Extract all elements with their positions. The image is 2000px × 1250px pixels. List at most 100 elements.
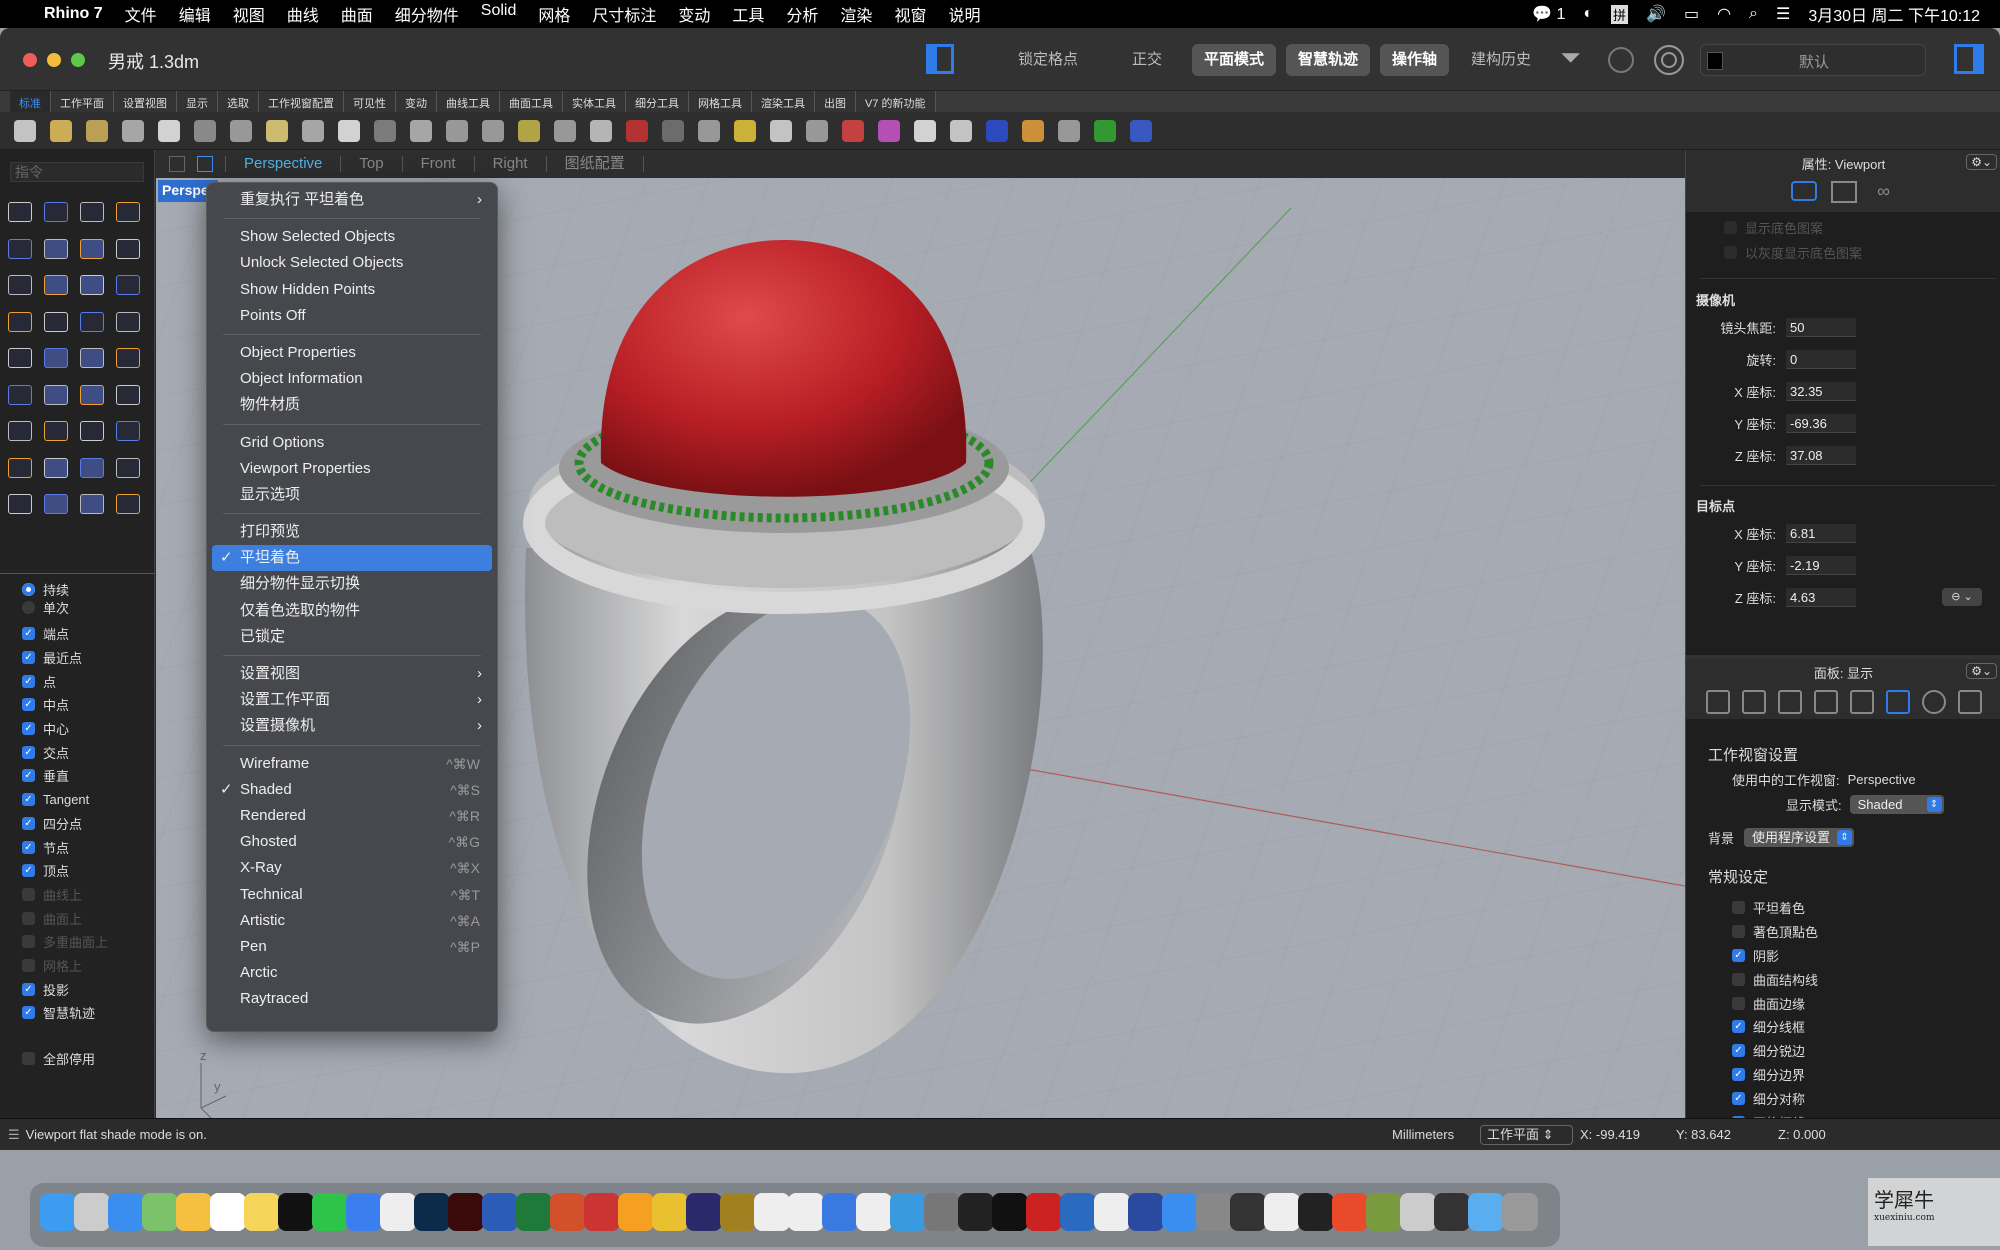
modeling-tool-icon[interactable] [44, 457, 68, 478]
globe-icon[interactable] [1094, 120, 1116, 142]
menu-item[interactable]: 说明 [937, 2, 991, 26]
checkbox[interactable]: ✓ [22, 698, 35, 712]
dock-maps-icon[interactable] [142, 1193, 178, 1231]
gumball-point-icon[interactable] [1608, 47, 1634, 73]
minimize-button[interactable] [47, 53, 61, 67]
wire-sphere-icon[interactable] [950, 120, 972, 142]
modeling-tool-icon[interactable] [116, 494, 140, 514]
numeric-input[interactable]: 50 [1786, 318, 1856, 337]
faded-checkbox[interactable]: 以灰度显示底色图案 [1724, 243, 1862, 262]
spotlight-icon[interactable]: ⌕ [1749, 5, 1758, 23]
modeling-tool-icon[interactable] [44, 494, 68, 514]
dock-word-icon[interactable] [482, 1193, 518, 1231]
modeling-tool-icon[interactable] [80, 457, 104, 478]
osnap-checkbox[interactable]: ✓ 中点 [22, 693, 108, 717]
single-view-icon[interactable] [197, 156, 213, 172]
viewport-tab[interactable]: 图纸配置 [547, 156, 644, 172]
toggle-button[interactable]: 操作轴 [1380, 44, 1450, 76]
osnap-checkbox[interactable]: ✓ 中心 [22, 717, 108, 741]
context-menu-item[interactable]: Pen ^⌘P [212, 934, 492, 960]
menu-item[interactable]: 视窗 [883, 2, 937, 26]
modeling-tool-icon[interactable] [8, 275, 32, 295]
disable-all-checkbox[interactable]: 全部停用 [22, 1047, 108, 1071]
battery-icon[interactable]: ▭ [1684, 4, 1699, 24]
dock-ue-icon[interactable] [720, 1193, 756, 1231]
dock-eclipse-icon[interactable] [686, 1193, 722, 1231]
menu-app[interactable]: Rhino 7 [33, 5, 114, 23]
menu-item[interactable]: 细分物件 [384, 2, 470, 26]
osnap-checkbox[interactable]: ✓ Tangent [22, 788, 108, 812]
modeling-tool-icon[interactable] [80, 494, 104, 514]
osnap-mode-radio[interactable]: 持续 [22, 580, 108, 598]
checkbox[interactable]: ✓ [1732, 1020, 1745, 1034]
rendered-sphere-icon[interactable] [986, 120, 1008, 142]
toolbar-tab[interactable]: 设置视图 [114, 91, 177, 113]
dock-autocad-icon[interactable] [1026, 1193, 1062, 1231]
context-menu-item[interactable]: Arctic [212, 960, 492, 986]
modeling-tool-icon[interactable] [8, 494, 32, 514]
modeling-tool-icon[interactable] [80, 421, 104, 441]
toolbar-tab[interactable]: 显示 [177, 91, 218, 113]
dock-launchpad-icon[interactable] [74, 1193, 110, 1231]
zoom-icon[interactable] [410, 120, 432, 142]
wifi-icon[interactable]: ◠ [1717, 4, 1731, 24]
modeling-tool-icon[interactable] [8, 384, 32, 405]
osnap-checkbox[interactable]: ✓ 点 [22, 669, 108, 693]
toolbar-tab[interactable]: 实体工具 [563, 91, 626, 113]
gear-menu-icon[interactable]: ⚙⌄ [1966, 154, 1997, 170]
menu-item[interactable]: 曲面 [330, 2, 384, 26]
display-checkbox[interactable]: 著色頂點色 [1732, 920, 1818, 944]
checkbox[interactable] [22, 958, 35, 972]
dock-keynote-icon[interactable] [822, 1193, 858, 1231]
filter-icon[interactable]: ⏷ [1560, 42, 1581, 74]
display-checkbox[interactable]: ✓ 细分边界 [1732, 1063, 1805, 1087]
dock-photos-icon[interactable] [176, 1193, 212, 1231]
units-label[interactable]: Millimeters [1392, 1127, 1454, 1142]
dock-sketchup-icon[interactable] [1060, 1193, 1096, 1231]
toolbar-tab[interactable]: 选取 [218, 91, 259, 113]
display-checkbox[interactable]: ✓ 细分线框 [1732, 1015, 1805, 1039]
modeling-tool-icon[interactable] [44, 202, 68, 222]
display-checkbox[interactable]: ✓ 细分锐边 [1732, 1039, 1805, 1063]
checkbox[interactable]: ✓ [22, 651, 35, 665]
context-menu-item[interactable]: 已锁定 [212, 624, 492, 650]
toolbar-tab[interactable]: V7 的新功能 [856, 91, 936, 113]
pan-hand-icon[interactable] [338, 120, 360, 142]
dock-photoshop-icon[interactable] [414, 1193, 450, 1231]
vpn-icon[interactable]: ◐ [1583, 5, 1593, 23]
modeling-tool-icon[interactable] [44, 311, 68, 332]
toolbar-tab[interactable]: 细分工具 [626, 91, 689, 113]
checkbox[interactable]: ✓ [22, 864, 35, 878]
osnap-checkbox[interactable]: ✓ 最近点 [22, 646, 108, 670]
numeric-input[interactable]: -2.19 [1786, 556, 1856, 575]
dock-scanner-icon[interactable] [1434, 1193, 1470, 1231]
checkbox[interactable]: ✓ [22, 1006, 35, 1020]
modeling-tool-icon[interactable] [116, 275, 140, 295]
modeling-tool-icon[interactable] [8, 421, 32, 441]
checkbox[interactable]: ✓ [22, 840, 35, 854]
four-view-icon[interactable] [169, 156, 185, 172]
numeric-input[interactable]: 0 [1786, 350, 1856, 369]
grid-icon[interactable] [662, 120, 684, 142]
document-icon[interactable] [1777, 690, 1802, 714]
checkbox[interactable] [22, 911, 35, 925]
context-menu-item[interactable]: Object Information [212, 366, 492, 392]
checkbox[interactable]: ✓ [22, 627, 35, 641]
checkbox[interactable] [1732, 972, 1745, 986]
dock-illustrator-icon[interactable] [448, 1193, 484, 1231]
modeling-tool-icon[interactable] [8, 348, 32, 368]
numeric-input[interactable]: 37.08 [1786, 446, 1856, 465]
rotate-view-icon[interactable] [374, 120, 396, 142]
osnap-checkbox[interactable]: ✓ 垂直 [22, 764, 108, 788]
toggle-button[interactable]: 平面模式 [1192, 44, 1277, 76]
osnap-checkbox[interactable]: ✓ 交点 [22, 740, 108, 764]
osnap-mode-radio[interactable]: 单次 [22, 598, 108, 616]
viewport-tab[interactable]: Top [341, 156, 403, 172]
viewport-tab[interactable]: Front [403, 156, 475, 172]
control-center-icon[interactable]: ☰ [1776, 4, 1790, 24]
radio-button[interactable] [22, 582, 35, 596]
context-menu-item[interactable]: Viewport Properties [212, 456, 492, 482]
checkbox[interactable]: ✓ [22, 674, 35, 688]
shaded-sphere-icon[interactable] [914, 120, 936, 142]
dock-activity-monitor-icon[interactable] [958, 1193, 994, 1231]
